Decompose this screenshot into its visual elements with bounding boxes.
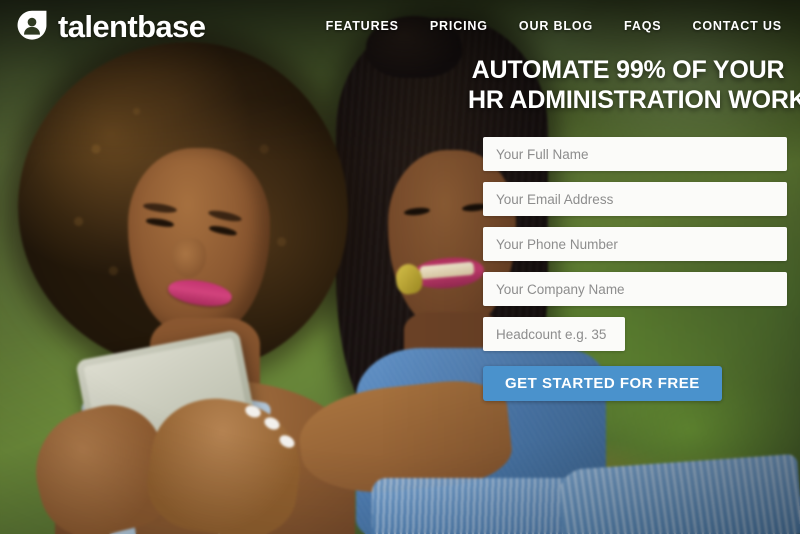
- nav-item-our-blog[interactable]: OUR BLOG: [519, 19, 593, 33]
- get-started-button[interactable]: GET STARTED FOR FREE: [483, 366, 722, 401]
- nav-item-contact-us[interactable]: CONTACT US: [692, 19, 782, 33]
- nav-item-pricing[interactable]: PRICING: [430, 19, 488, 33]
- person-leaf-badge-icon: [17, 10, 47, 40]
- nav-item-faqs[interactable]: FAQS: [624, 19, 661, 33]
- signup-form: GET STARTED FOR FREE: [483, 137, 788, 401]
- hero-headline-line-2: HR ADMINISTRATION WORK: [468, 85, 800, 114]
- company-input[interactable]: [483, 272, 787, 306]
- main-navigation: FEATURES PRICING OUR BLOG FAQS CONTACT U…: [326, 19, 782, 33]
- nav-item-features[interactable]: FEATURES: [326, 19, 399, 33]
- phone-input[interactable]: [483, 227, 787, 261]
- email-input[interactable]: [483, 182, 787, 216]
- brand-name: talentbase: [58, 8, 206, 44]
- hero-panel: AUTOMATE 99% OF YOUR HR ADMINISTRATION W…: [468, 56, 800, 401]
- site-header: talentbase FEATURES PRICING OUR BLOG FAQ…: [0, 0, 800, 52]
- photo-person-left-nose: [172, 238, 206, 278]
- landing-page: talentbase FEATURES PRICING OUR BLOG FAQ…: [0, 0, 800, 534]
- hero-headline: AUTOMATE 99% OF YOUR HR ADMINISTRATION W…: [468, 56, 800, 115]
- headcount-input[interactable]: [483, 317, 625, 351]
- full-name-input[interactable]: [483, 137, 787, 171]
- hero-headline-line-1: AUTOMATE 99% OF YOUR: [471, 56, 785, 84]
- brand-logo-link[interactable]: talentbase: [15, 8, 206, 44]
